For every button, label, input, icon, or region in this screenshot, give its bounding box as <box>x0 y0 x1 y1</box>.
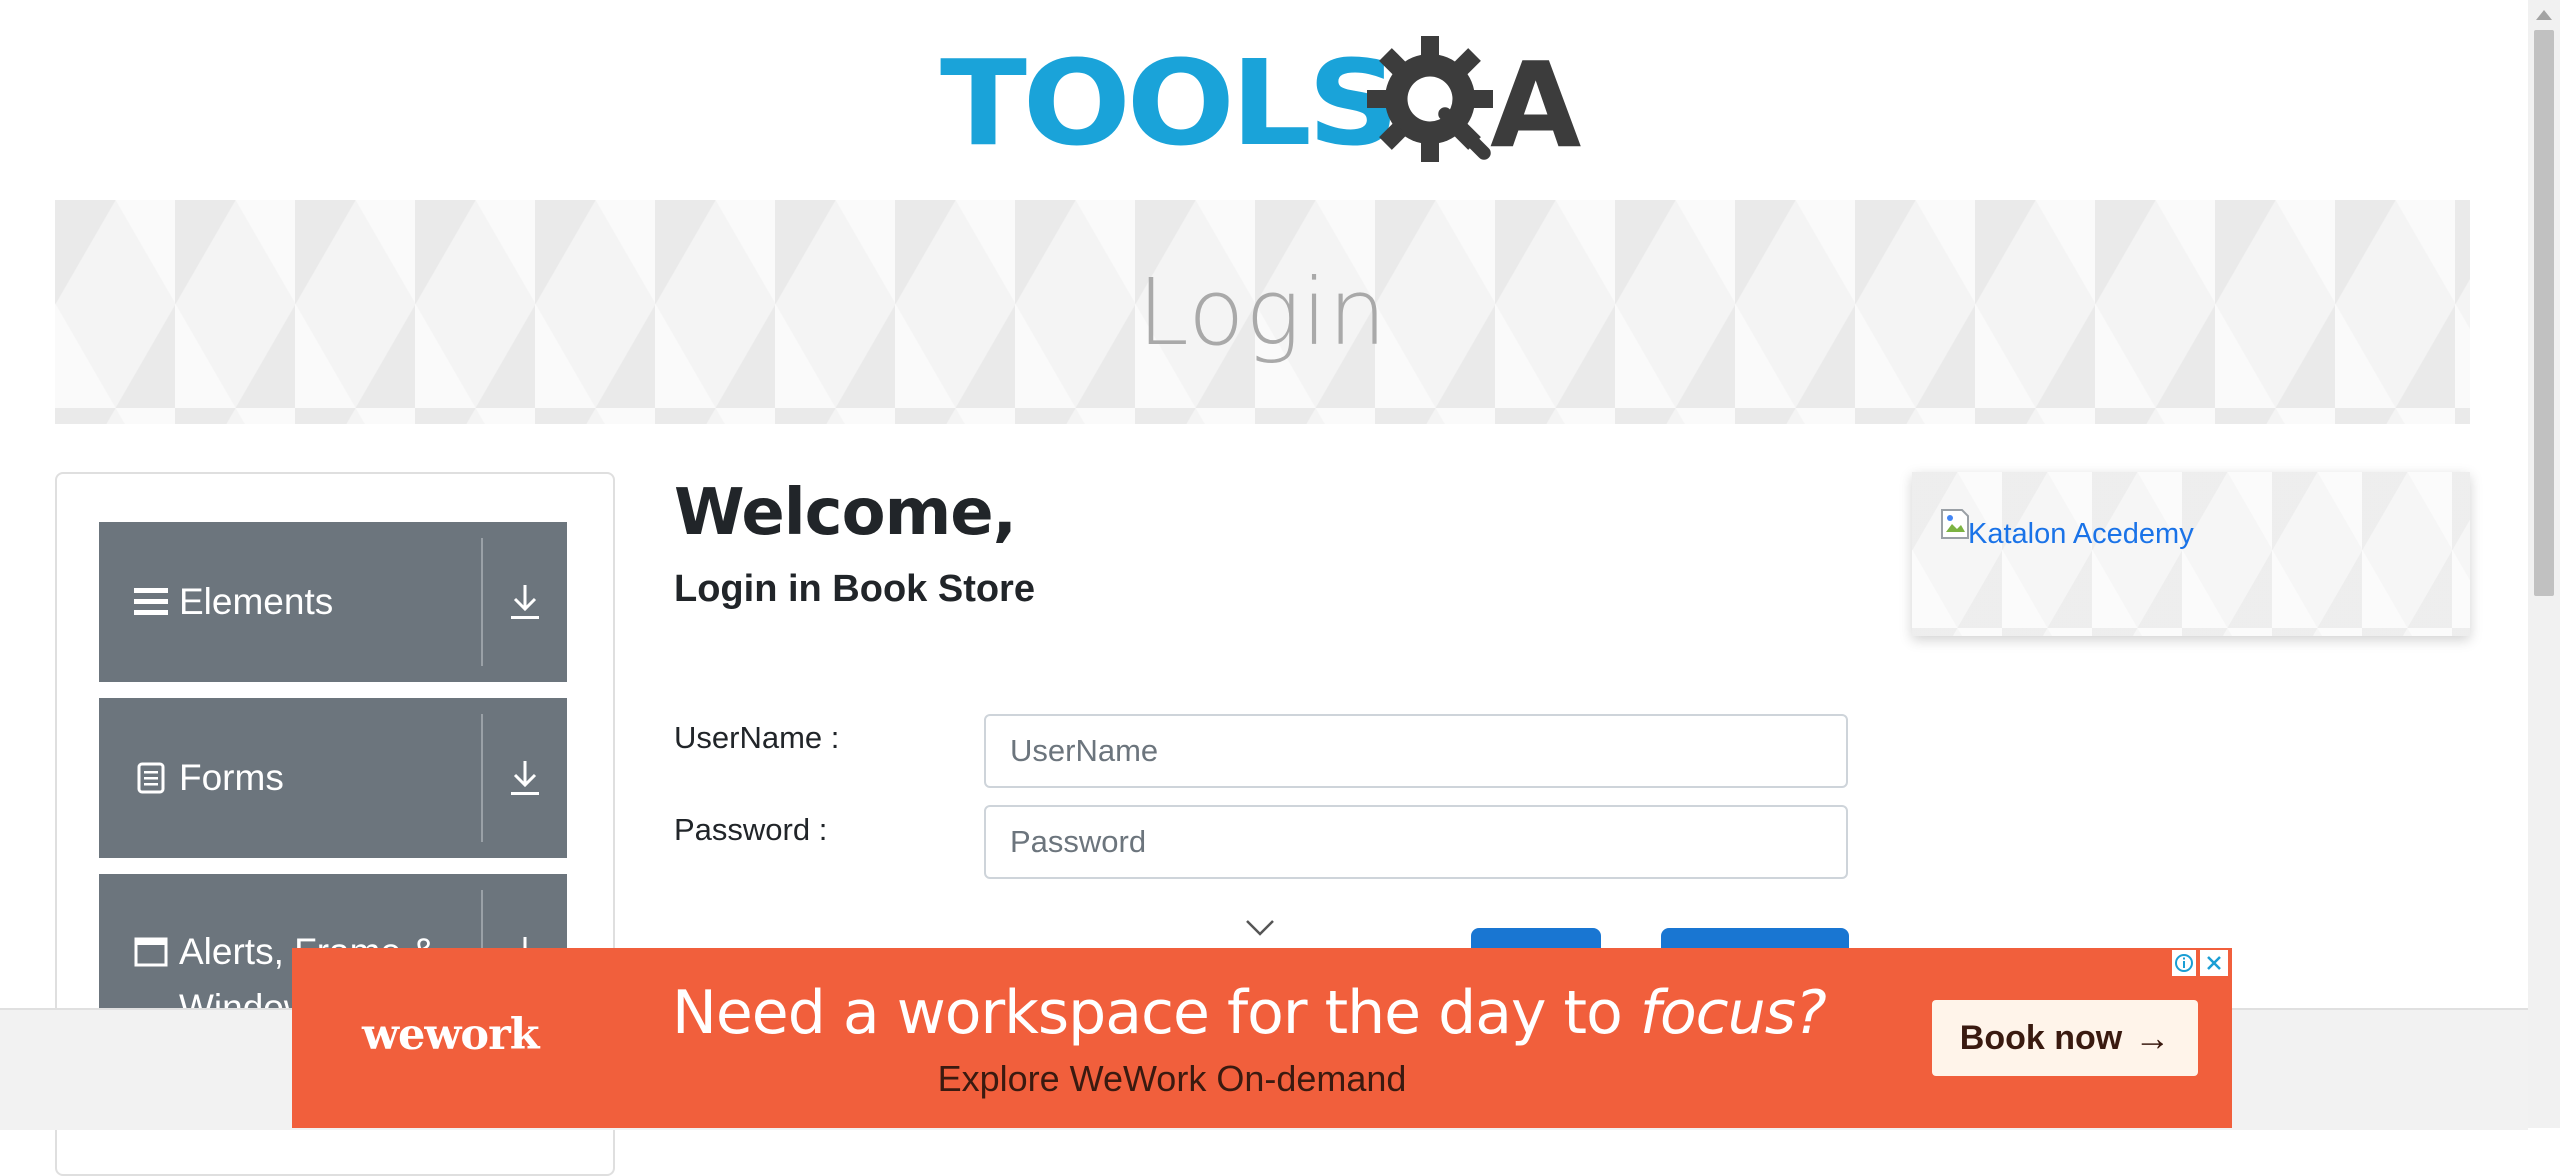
password-label: Password : <box>674 812 828 847</box>
scrollbar-thumb[interactable] <box>2534 30 2554 596</box>
ad-subtext: Explore WeWork On-demand <box>937 1058 1407 1099</box>
broken-image[interactable]: Katalon Acedemy <box>1940 508 2194 551</box>
ad-choices-icon[interactable] <box>2172 950 2196 976</box>
scroll-up-arrow-icon[interactable] <box>2536 10 2552 20</box>
arrow-right-icon: → <box>2134 1017 2171 1058</box>
book-now-button[interactable]: Book now → <box>1932 1000 2198 1076</box>
chevron-down-icon[interactable] <box>1244 916 1276 940</box>
broken-image-alt-text: Katalon Acedemy <box>1968 518 2194 550</box>
close-ad-icon[interactable] <box>2200 950 2228 976</box>
username-label: UserName : <box>674 720 840 755</box>
download-arrow-icon[interactable] <box>499 752 551 804</box>
group-divider <box>481 714 483 842</box>
welcome-heading: Welcome, <box>674 476 1017 550</box>
username-input[interactable] <box>984 714 1848 788</box>
toolsqa-logo[interactable]: TOOLS A <box>940 28 1590 178</box>
vertical-scrollbar[interactable] <box>2528 0 2560 1128</box>
document-icon <box>133 760 169 796</box>
katalon-ad[interactable]: Katalon Acedemy <box>1912 472 2470 636</box>
ad-headline-emphasis: focus? <box>1639 978 1827 1048</box>
logo-tools-text: TOOLS <box>940 34 1399 172</box>
ad-headline: Need a workspace for the day to focus? <box>672 978 1827 1048</box>
broken-image-icon <box>1941 509 1969 539</box>
logo-gear-magnifier-icon <box>1367 36 1493 162</box>
group-divider <box>481 538 483 666</box>
list-icon <box>133 584 169 620</box>
book-now-label: Book now <box>1959 1018 2123 1057</box>
page-banner: Login <box>55 200 2470 424</box>
ad-headline-text: Need a workspace for the day to <box>672 978 1640 1048</box>
download-arrow-icon[interactable] <box>499 576 551 628</box>
wework-ad[interactable]: wework Need a workspace for the day to f… <box>292 948 2232 1128</box>
login-subtitle: Login in Book Store <box>674 568 1035 610</box>
password-input[interactable] <box>984 805 1848 879</box>
wework-logo: wework <box>362 1010 540 1060</box>
sidebar-group-forms[interactable]: Forms <box>99 698 567 858</box>
logo-a-text: A <box>1490 36 1582 174</box>
window-icon <box>133 934 169 970</box>
page-title: Login <box>1137 258 1388 366</box>
sidebar-group-elements[interactable]: Elements <box>99 522 567 682</box>
